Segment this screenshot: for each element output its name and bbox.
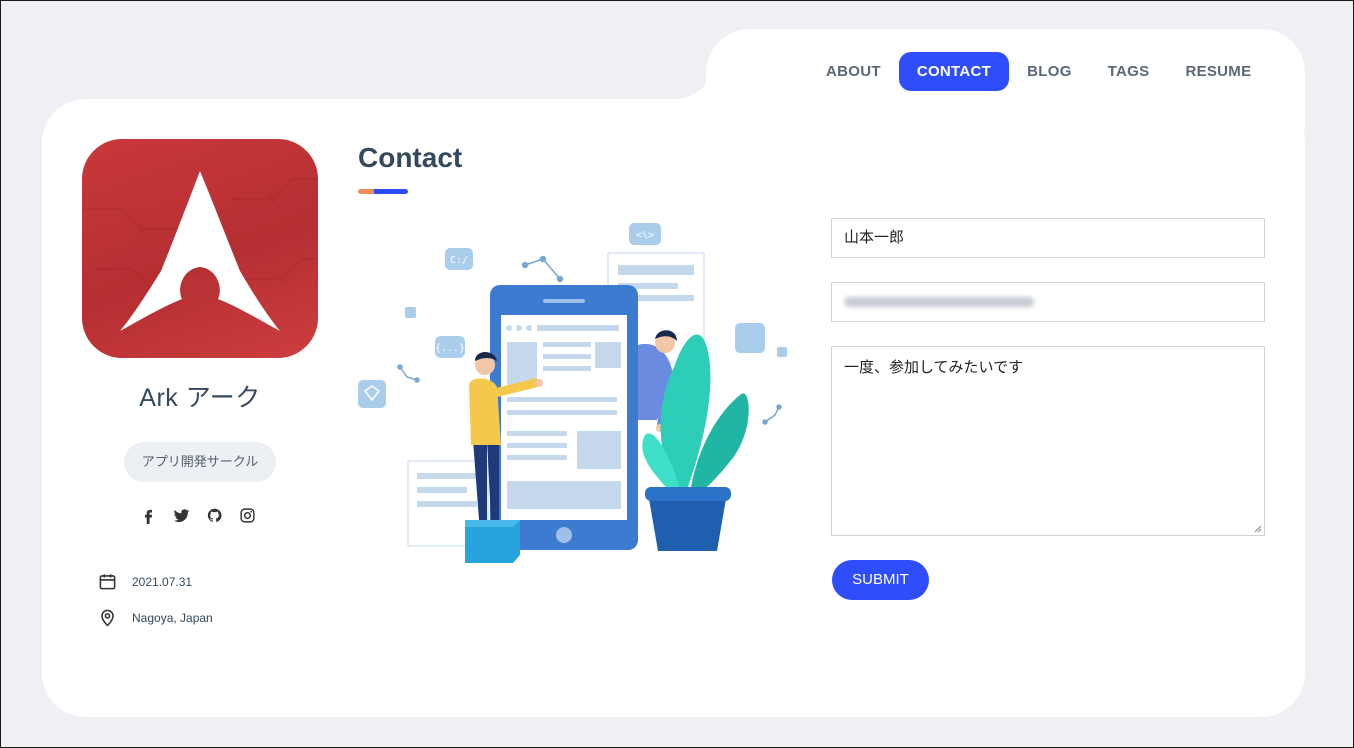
- svg-text:{...}: {...}: [435, 343, 465, 354]
- location-pin-icon: [101, 609, 114, 627]
- profile-logo: [82, 139, 318, 358]
- role-badge: アプリ開発サークル: [124, 442, 276, 482]
- social-links: [140, 507, 256, 524]
- submit-button[interactable]: SUBMIT: [832, 560, 929, 600]
- name-field[interactable]: 山本一郎: [831, 218, 1265, 258]
- svg-text:C:/: C:/: [450, 255, 468, 266]
- nav-blog[interactable]: BLOG: [1009, 52, 1090, 91]
- arch-logo-icon: [82, 171, 318, 331]
- page-title: Contact: [358, 142, 463, 173]
- main-nav: ABOUT CONTACT BLOG TAGS RESUME: [808, 52, 1269, 91]
- github-icon[interactable]: [206, 507, 223, 524]
- title-underline: [358, 189, 408, 194]
- facebook-icon[interactable]: [140, 507, 157, 524]
- twitter-icon[interactable]: [173, 507, 190, 524]
- profile-name: Ark アーク: [139, 384, 261, 412]
- contact-illustration: <\> C:/ {...}: [358, 223, 787, 563]
- nav-contact[interactable]: CONTACT: [898, 52, 1010, 91]
- calendar-icon: [99, 574, 116, 590]
- message-field[interactable]: 一度、参加してみたいです: [831, 346, 1265, 536]
- message-text: 一度、参加してみたいです: [844, 359, 1024, 376]
- date-text: 2021.07.31: [132, 574, 193, 589]
- nav-card-tab: [706, 29, 1305, 169]
- svg-text:<\>: <\>: [636, 230, 654, 241]
- nav-about[interactable]: ABOUT: [808, 52, 899, 91]
- nav-resume[interactable]: RESUME: [1167, 52, 1269, 91]
- location-text: Nagoya, Japan: [132, 610, 213, 625]
- location-row: Nagoya, Japan: [98, 608, 213, 627]
- date-row: 2021.07.31: [98, 572, 192, 591]
- email-field[interactable]: [831, 282, 1265, 322]
- email-redacted: [844, 297, 1034, 307]
- resize-handle-icon[interactable]: [1254, 525, 1262, 533]
- instagram-icon[interactable]: [239, 507, 256, 524]
- nav-tags[interactable]: TAGS: [1090, 52, 1168, 91]
